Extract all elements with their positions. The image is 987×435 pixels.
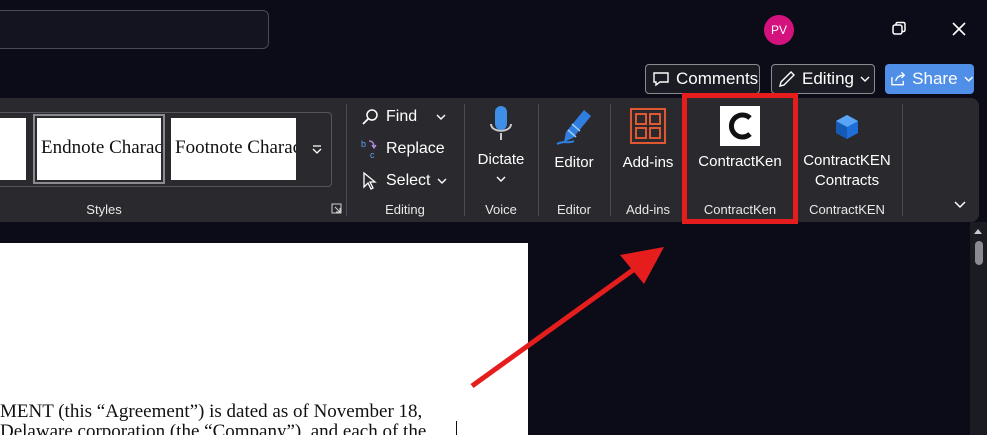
annotation-arrow — [470, 247, 664, 389]
